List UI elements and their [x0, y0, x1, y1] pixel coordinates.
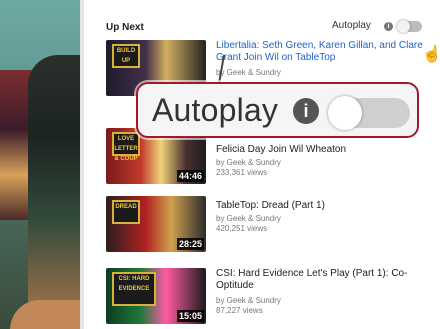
thumbnail-badge: LOVE LETTER & COUP	[112, 132, 140, 162]
callout-autoplay-toggle[interactable]	[328, 96, 410, 130]
video-list-item[interactable]: CSI: HARD EVIDENCE 15:05 CSI: Hard Evide…	[106, 268, 426, 328]
autoplay-label: Autoplay	[332, 20, 371, 31]
callout-autoplay-label: Autoplay	[152, 92, 279, 128]
screenshot-stage: Up Next Autoplay i ☝ BUILD UP Libertalia…	[0, 0, 440, 329]
thumbnail-badge: DREAD	[112, 200, 140, 224]
video-channel: by Geek & Sundry	[216, 68, 281, 77]
autoplay-toggle[interactable]	[397, 20, 422, 33]
video-title-link[interactable]: TableTop: Dread (Part 1)	[216, 200, 426, 212]
thumbnail-badge: CSI: HARD EVIDENCE	[112, 272, 156, 306]
video-title-link[interactable]: Libertalia: Seth Green, Karen Gillan, an…	[216, 40, 426, 64]
up-next-heading: Up Next	[106, 22, 144, 33]
video-thumbnail[interactable]: CSI: HARD EVIDENCE 15:05	[106, 268, 206, 324]
video-title-link[interactable]: Felicia Day Join Wil Wheaton	[216, 144, 426, 156]
person-silhouette	[28, 55, 80, 329]
duration-badge: 44:46	[176, 170, 204, 182]
video-channel: by Geek & Sundry	[216, 296, 281, 305]
video-list-item[interactable]: DREAD 28:25 TableTop: Dread (Part 1) by …	[106, 196, 426, 256]
up-next-sidebar: Up Next Autoplay i ☝ BUILD UP Libertalia…	[84, 0, 440, 329]
toggle-knob	[328, 96, 362, 130]
arm-silhouette	[10, 300, 80, 329]
info-icon[interactable]: i	[384, 22, 393, 31]
video-channel: by Geek & Sundry	[216, 214, 281, 223]
duration-badge: 15:05	[176, 310, 204, 322]
autoplay-zoom-callout: Autoplay i	[136, 82, 419, 138]
video-title-link[interactable]: CSI: Hard Evidence Let's Play (Part 1): …	[216, 268, 426, 292]
info-icon[interactable]: i	[293, 98, 319, 124]
duration-badge: 28:25	[176, 238, 204, 250]
video-views: 87,227 views	[216, 306, 263, 315]
main-video-frame[interactable]	[0, 0, 80, 329]
video-views: 420,251 views	[216, 224, 268, 233]
toggle-knob	[397, 20, 410, 33]
thumbnail-badge: BUILD UP	[112, 44, 140, 68]
video-thumbnail[interactable]: DREAD 28:25	[106, 196, 206, 252]
video-views: 233,361 views	[216, 168, 268, 177]
video-channel: by Geek & Sundry	[216, 158, 281, 167]
